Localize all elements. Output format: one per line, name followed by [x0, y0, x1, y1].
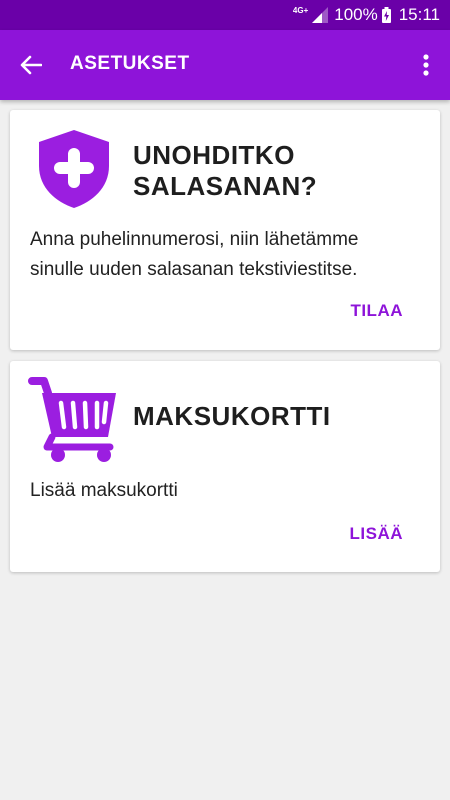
payment-card-description: Lisää maksukortti [30, 480, 178, 501]
forgot-password-description: Anna puhelinnumerosi, niin lähetämme sin… [30, 225, 420, 285]
more-vert-icon [423, 54, 429, 76]
battery-charging-icon [381, 7, 391, 23]
forgot-password-title-line2: SALASANAN? [133, 171, 318, 201]
network-type: 4G+ [292, 5, 309, 15]
clock: 15:11 [398, 5, 440, 24]
signal-icon [312, 7, 329, 23]
forgot-password-card: UNOHDITKO SALASANAN? Anna puhelinnumeros… [10, 110, 440, 350]
status-bar: 4G+ 100% 15:11 [0, 0, 450, 30]
shield-plus-icon [39, 130, 109, 208]
shopping-cart-icon [28, 377, 116, 462]
payment-card-title: MAKSUKORTTI [133, 401, 331, 431]
battery-percent: 100% [334, 5, 378, 24]
payment-card-card: MAKSUKORTTI Lisää maksukortti LISÄÄ [10, 361, 440, 572]
more-options-button[interactable] [412, 48, 440, 82]
app-bar: ASETUKSET [0, 30, 450, 100]
forgot-password-description-line1: Anna puhelinnumerosi, niin lähetämme [30, 229, 359, 250]
forgot-password-title-line1: UNOHDITKO [133, 140, 295, 170]
forgot-password-title: UNOHDITKO SALASANAN? [133, 140, 317, 202]
order-button[interactable]: TILAA [350, 301, 403, 321]
back-button[interactable] [14, 48, 48, 82]
arrow-back-icon [20, 55, 42, 75]
forgot-password-description-line2: sinulle uuden salasanan tekstiviestitse. [30, 259, 358, 280]
page-title: ASETUKSET [70, 53, 190, 74]
add-button[interactable]: LISÄÄ [350, 524, 404, 544]
